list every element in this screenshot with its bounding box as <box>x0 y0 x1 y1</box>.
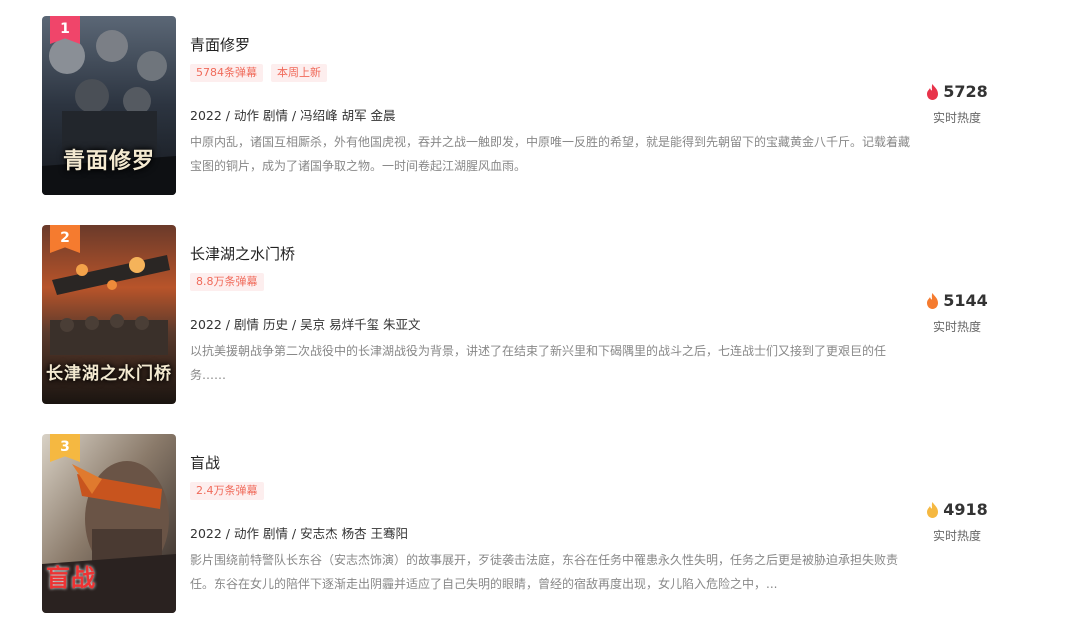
poster-title-art: 盲战 <box>46 563 96 592</box>
movie-description: 中原内乱，诸国互相厮杀，外有他国虎视，吞并之战一触即发，中原唯一反胜的希望，就是… <box>190 135 911 173</box>
movie-description: 影片围绕前特警队长东谷（安志杰饰演）的故事展开，歹徒袭击法庭，东谷在任务中罹患永… <box>190 553 899 591</box>
tag-list: 8.8万条弹幕 <box>190 273 264 291</box>
movie-poster[interactable]: 3 盲战 <box>42 434 176 613</box>
movie-meta: 2022 / 动作 剧情 / 冯绍峰 胡军 金晨 <box>190 108 396 123</box>
flame-icon <box>926 501 939 518</box>
poster-title-art: 青面修罗 <box>62 148 155 174</box>
movie-title[interactable]: 盲战 <box>190 452 220 473</box>
movie-poster[interactable]: 1 青面修罗 <box>42 16 176 195</box>
heat-score: 5728 实时热度 <box>922 82 992 126</box>
tag-list: 2.4万条弹幕 <box>190 482 264 500</box>
ranking-item[interactable]: 2 长津湖之水门桥 长津湖之水门桥 8.8万条弹幕 2022 / 剧情 历史 /… <box>42 225 1042 405</box>
movie-description: 以抗美援朝战争第二次战役中的长津湖战役为背景，讲述了在结束了新兴里和下碣隅里的战… <box>190 344 887 382</box>
new-this-week-tag: 本周上新 <box>271 64 327 82</box>
movie-title[interactable]: 长津湖之水门桥 <box>190 243 295 264</box>
movie-poster[interactable]: 2 长津湖之水门桥 <box>42 225 176 404</box>
heat-label: 实时热度 <box>932 111 981 125</box>
heat-value: 5728 <box>943 82 988 101</box>
heat-label: 实时热度 <box>932 320 981 334</box>
poster-title-art: 长津湖之水门桥 <box>46 364 172 384</box>
ranking-item[interactable]: 1 青面修罗 青面修罗 5784条弹幕 本周上新 2022 / 动作 剧情 / … <box>42 16 1042 196</box>
tag-list: 5784条弹幕 本周上新 <box>190 64 327 82</box>
heat-value: 4918 <box>943 500 988 519</box>
heat-value: 5144 <box>943 291 988 310</box>
movie-meta: 2022 / 剧情 历史 / 吴京 易烊千玺 朱亚文 <box>190 317 421 332</box>
movie-meta: 2022 / 动作 剧情 / 安志杰 杨杏 王骞阳 <box>190 526 409 541</box>
heat-label: 实时热度 <box>932 529 981 543</box>
flame-icon <box>926 292 939 309</box>
movie-title[interactable]: 青面修罗 <box>190 34 250 55</box>
danmaku-count-tag: 8.8万条弹幕 <box>190 273 264 291</box>
heat-score: 4918 实时热度 <box>922 500 992 544</box>
ranking-item[interactable]: 3 盲战 盲战 2.4万条弹幕 2022 / 动作 剧情 / 安志杰 杨杏 王骞… <box>42 434 1042 614</box>
flame-icon <box>926 83 939 100</box>
danmaku-count-tag: 2.4万条弹幕 <box>190 482 264 500</box>
heat-score: 5144 实时热度 <box>922 291 992 335</box>
danmaku-count-tag: 5784条弹幕 <box>190 64 263 82</box>
